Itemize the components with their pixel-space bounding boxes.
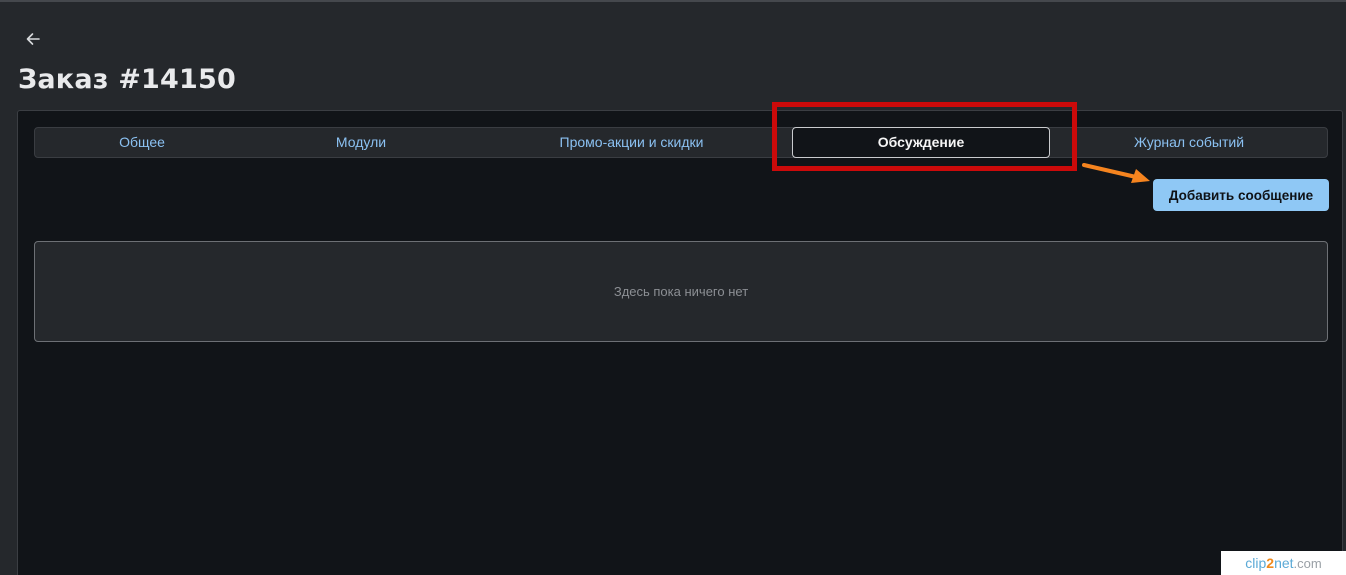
order-page: Заказ #14150 Общее Модули Промо-акции и … <box>0 0 1346 575</box>
add-message-button[interactable]: Добавить сообщение <box>1153 179 1329 211</box>
tab-bar: Общее Модули Промо-акции и скидки Обсужд… <box>34 127 1328 158</box>
watermark-prefix: clip <box>1245 555 1267 571</box>
top-divider <box>0 0 1346 2</box>
order-panel: Общее Модули Промо-акции и скидки Обсужд… <box>17 110 1343 575</box>
tab-general[interactable]: Общее <box>35 128 249 157</box>
messages-empty-state: Здесь пока ничего нет <box>34 241 1328 342</box>
tab-modules[interactable]: Модули <box>249 128 473 157</box>
arrow-left-icon <box>26 33 40 45</box>
watermark-accent: 2 <box>1266 555 1275 571</box>
watermark-rest: net <box>1274 555 1294 571</box>
clip2net-watermark: clip 2 net .com <box>1221 551 1346 575</box>
empty-state-text: Здесь пока ничего нет <box>613 284 749 299</box>
back-button[interactable] <box>20 26 46 52</box>
page-title: Заказ #14150 <box>18 64 236 95</box>
tab-event-log[interactable]: Журнал событий <box>1051 128 1327 157</box>
tab-discussion[interactable]: Обсуждение <box>792 127 1050 158</box>
watermark-suffix: .com <box>1293 555 1322 571</box>
tab-promotions[interactable]: Промо-акции и скидки <box>473 128 790 157</box>
